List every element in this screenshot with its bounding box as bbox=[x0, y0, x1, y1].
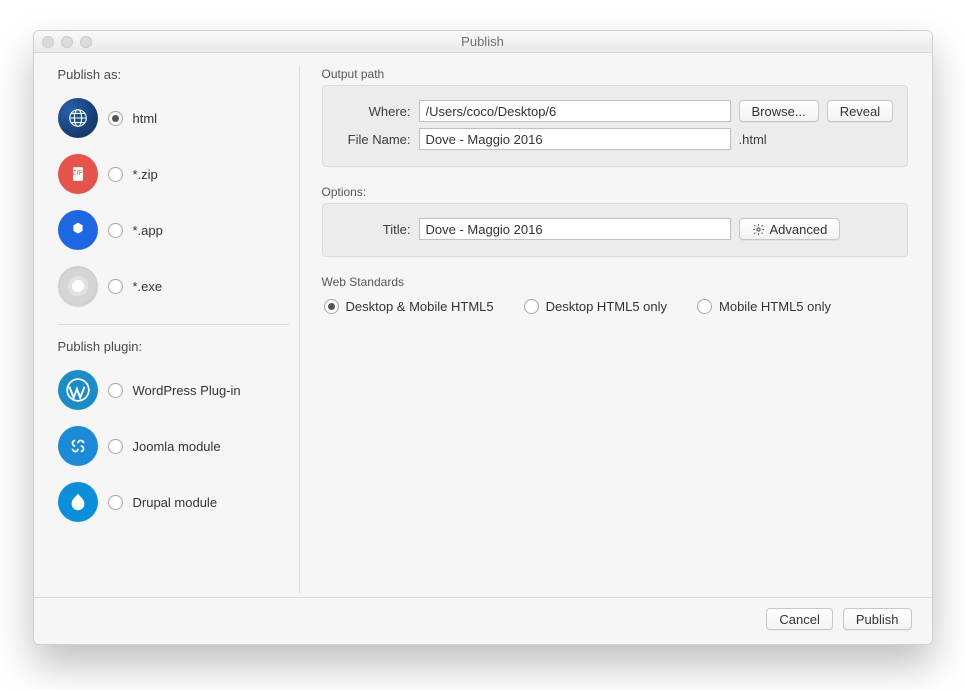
dialog-footer: Cancel Publish bbox=[34, 597, 932, 644]
publish-as-app[interactable]: *.app bbox=[58, 202, 289, 258]
plugin-wordpress[interactable]: WordPress Plug-in bbox=[58, 362, 289, 418]
window-controls bbox=[42, 36, 92, 48]
appstore-icon bbox=[58, 210, 98, 250]
gear-icon bbox=[752, 223, 765, 236]
options-legend: Options: bbox=[322, 185, 367, 199]
options-section: Options: Title: Advanced bbox=[322, 185, 908, 257]
radio-ws-both-label: Desktop & Mobile HTML5 bbox=[346, 299, 494, 314]
radio-drupal[interactable] bbox=[108, 495, 123, 510]
divider bbox=[58, 324, 289, 325]
publish-dialog: Publish Publish as: html bbox=[33, 30, 933, 645]
radio-app[interactable] bbox=[108, 223, 123, 238]
filename-label: File Name: bbox=[335, 132, 419, 147]
drupal-icon bbox=[58, 482, 98, 522]
joomla-icon bbox=[58, 426, 98, 466]
reveal-button[interactable]: Reveal bbox=[827, 100, 893, 122]
title-label: Title: bbox=[335, 222, 419, 237]
close-icon[interactable] bbox=[42, 36, 54, 48]
cancel-button[interactable]: Cancel bbox=[766, 608, 832, 630]
web-standards-section: Web Standards Desktop & Mobile HTML5 Des… bbox=[322, 275, 908, 320]
radio-html[interactable] bbox=[108, 111, 123, 126]
radio-ws-mobile-label: Mobile HTML5 only bbox=[719, 299, 831, 314]
publish-as-exe[interactable]: *.exe bbox=[58, 258, 289, 314]
radio-joomla[interactable] bbox=[108, 439, 123, 454]
radio-html-label: html bbox=[133, 111, 158, 126]
right-pane: Output path Where: Browse... Reveal File… bbox=[300, 67, 908, 593]
output-path-section: Output path Where: Browse... Reveal File… bbox=[322, 67, 908, 167]
radio-exe[interactable] bbox=[108, 279, 123, 294]
radio-ws-desktop-label: Desktop HTML5 only bbox=[546, 299, 667, 314]
radio-zip-label: *.zip bbox=[133, 167, 158, 182]
filename-extension: .html bbox=[739, 132, 767, 147]
wordpress-icon bbox=[58, 370, 98, 410]
plugin-joomla[interactable]: Joomla module bbox=[58, 418, 289, 474]
advanced-button[interactable]: Advanced bbox=[739, 218, 841, 240]
title-input[interactable] bbox=[419, 218, 731, 240]
publish-as-heading: Publish as: bbox=[58, 67, 289, 82]
publish-button[interactable]: Publish bbox=[843, 608, 912, 630]
radio-zip[interactable] bbox=[108, 167, 123, 182]
publish-as-html[interactable]: html bbox=[58, 90, 289, 146]
radio-ws-desktop[interactable] bbox=[524, 299, 539, 314]
zoom-icon[interactable] bbox=[80, 36, 92, 48]
where-label: Where: bbox=[335, 104, 419, 119]
plugin-drupal[interactable]: Drupal module bbox=[58, 474, 289, 530]
ws-desktop-mobile[interactable]: Desktop & Mobile HTML5 bbox=[324, 299, 494, 314]
browse-button[interactable]: Browse... bbox=[739, 100, 819, 122]
window-title: Publish bbox=[34, 34, 932, 49]
disc-icon bbox=[58, 266, 98, 306]
radio-ws-mobile[interactable] bbox=[697, 299, 712, 314]
zip-icon: ZIP bbox=[58, 154, 98, 194]
publish-plugin-heading: Publish plugin: bbox=[58, 339, 289, 354]
globe-icon bbox=[58, 98, 98, 138]
where-input[interactable] bbox=[419, 100, 731, 122]
publish-as-zip[interactable]: ZIP *.zip bbox=[58, 146, 289, 202]
web-standards-legend: Web Standards bbox=[322, 275, 405, 289]
radio-wordpress-label: WordPress Plug-in bbox=[133, 383, 241, 398]
radio-exe-label: *.exe bbox=[133, 279, 163, 294]
left-pane: Publish as: html bbox=[58, 67, 300, 593]
titlebar: Publish bbox=[34, 31, 932, 53]
output-path-legend: Output path bbox=[322, 67, 385, 81]
radio-ws-both[interactable] bbox=[324, 299, 339, 314]
advanced-button-label: Advanced bbox=[770, 222, 828, 237]
radio-wordpress[interactable] bbox=[108, 383, 123, 398]
minimize-icon[interactable] bbox=[61, 36, 73, 48]
radio-drupal-label: Drupal module bbox=[133, 495, 218, 510]
radio-joomla-label: Joomla module bbox=[133, 439, 221, 454]
radio-app-label: *.app bbox=[133, 223, 163, 238]
filename-input[interactable] bbox=[419, 128, 731, 150]
ws-desktop-only[interactable]: Desktop HTML5 only bbox=[524, 299, 667, 314]
ws-mobile-only[interactable]: Mobile HTML5 only bbox=[697, 299, 831, 314]
